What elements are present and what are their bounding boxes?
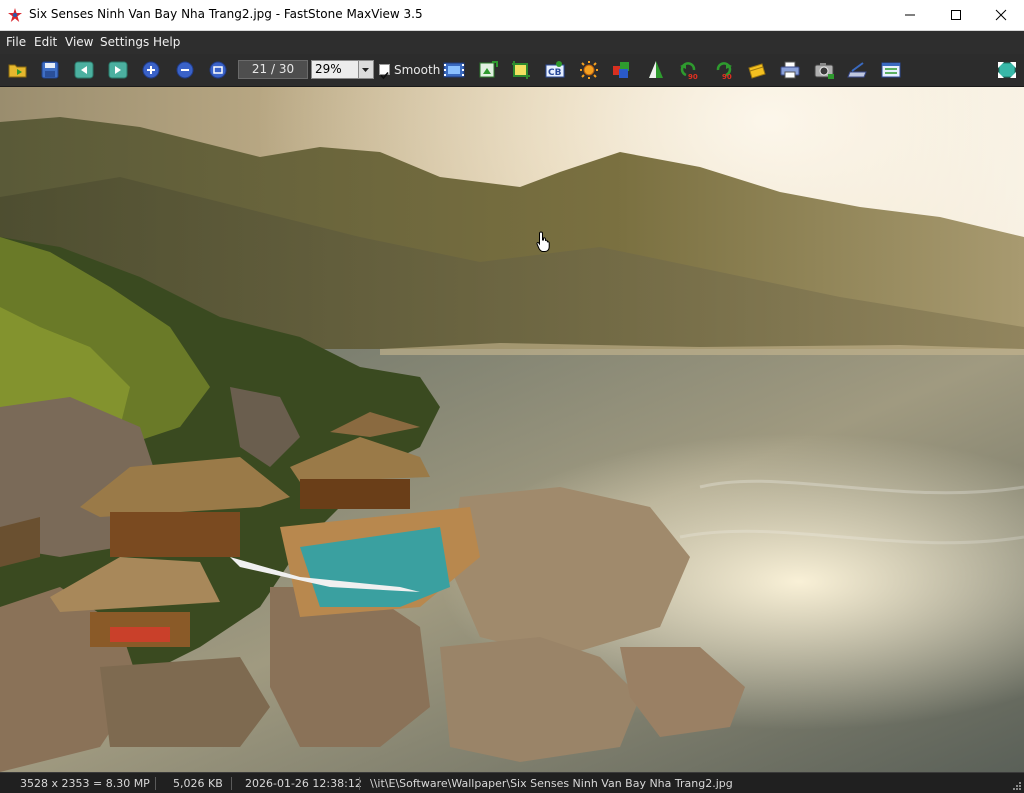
color-adjust-icon[interactable]: CB xyxy=(544,60,566,80)
zoom-select[interactable]: 29% xyxy=(311,60,374,79)
zoom-dropdown-button[interactable] xyxy=(358,61,373,78)
rotate-right-icon[interactable]: 90 xyxy=(712,60,734,80)
previous-icon[interactable] xyxy=(73,60,95,80)
colors-icon[interactable] xyxy=(611,60,633,80)
menu-file[interactable]: File xyxy=(6,35,26,49)
menu-view[interactable]: View xyxy=(65,35,93,49)
title-bar: Six Senses Ninh Van Bay Nha Trang2.jpg -… xyxy=(0,0,1024,31)
zoom-in-icon[interactable] xyxy=(140,60,162,80)
chevron-down-icon xyxy=(362,68,369,72)
resize-grip-icon[interactable] xyxy=(1011,780,1022,791)
zoom-out-icon[interactable] xyxy=(174,60,196,80)
menu-settings[interactable]: Settings xyxy=(100,35,149,49)
close-button[interactable] xyxy=(978,0,1024,30)
checkmark-icon xyxy=(380,71,389,80)
svg-text:90: 90 xyxy=(722,73,732,80)
smooth-checkbox[interactable] xyxy=(379,64,390,80)
next-icon[interactable] xyxy=(107,60,129,80)
status-divider xyxy=(155,777,156,790)
settings-panel-icon[interactable] xyxy=(880,60,902,80)
wallpaper-icon[interactable] xyxy=(746,60,768,80)
hand-cursor-icon xyxy=(536,231,550,252)
file-path: \\it\E\Software\Wallpaper\Six Senses Nin… xyxy=(370,777,733,790)
menu-bar: File Edit View Settings Help xyxy=(0,31,1024,54)
image-viewer[interactable] xyxy=(0,87,1024,772)
status-divider xyxy=(359,777,360,790)
scan-icon[interactable] xyxy=(847,60,869,80)
image-dimensions: 3528 x 2353 = 8.30 MP xyxy=(20,777,150,790)
close-icon xyxy=(995,9,1007,21)
fullscreen-icon[interactable] xyxy=(996,60,1018,80)
minimize-icon xyxy=(905,14,915,16)
brightness-icon[interactable] xyxy=(578,60,600,80)
print-icon[interactable] xyxy=(779,60,801,80)
app-logo-icon xyxy=(8,8,22,22)
status-bar: 3528 x 2353 = 8.30 MP 5,026 KB 2026-01-2… xyxy=(0,772,1024,793)
status-divider xyxy=(231,777,232,790)
menu-help[interactable]: Help xyxy=(153,35,180,49)
svg-text:CB: CB xyxy=(548,68,562,78)
slideshow-icon[interactable] xyxy=(443,60,465,80)
capture-icon[interactable] xyxy=(813,60,835,80)
page-counter: 21 / 30 xyxy=(238,60,308,79)
svg-text:90: 90 xyxy=(688,73,698,80)
open-folder-icon[interactable] xyxy=(7,60,29,80)
sharpen-icon[interactable] xyxy=(645,60,667,80)
save-icon[interactable] xyxy=(39,60,61,80)
smooth-label: Smooth xyxy=(394,63,441,77)
maximize-button[interactable] xyxy=(933,0,979,30)
menu-edit[interactable]: Edit xyxy=(34,35,57,49)
actual-size-icon[interactable] xyxy=(207,60,229,80)
displayed-photo xyxy=(0,87,1024,772)
zoom-value: 29% xyxy=(315,62,342,76)
window-title: Six Senses Ninh Van Bay Nha Trang2.jpg -… xyxy=(29,7,423,21)
file-size: 5,026 KB xyxy=(173,777,223,790)
resize-icon[interactable] xyxy=(477,60,499,80)
crop-icon[interactable] xyxy=(510,60,532,80)
file-datetime: 2026-01-26 12:38:12 xyxy=(245,777,362,790)
minimize-button[interactable] xyxy=(887,0,933,30)
rotate-left-icon[interactable]: 90 xyxy=(678,60,700,80)
maximize-icon xyxy=(951,10,961,20)
